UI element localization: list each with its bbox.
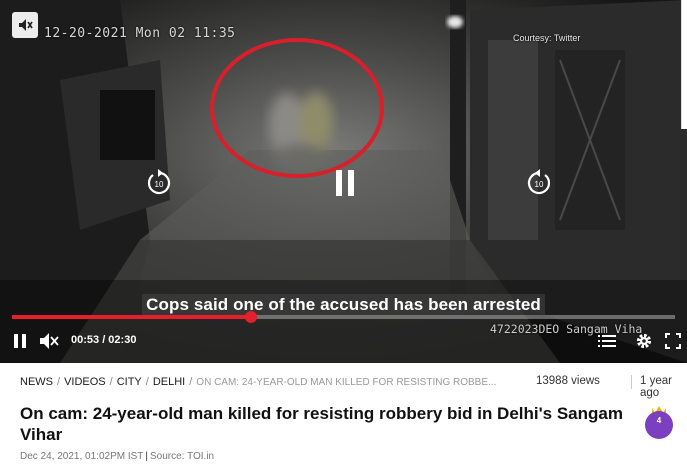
video-meta: NEWS / VIDEOS / CITY / DELHI / ON CAM: 24-YEAR-O… [20,374,680,399]
breadcrumb-separator: / [189,376,193,388]
volume-muted-icon[interactable] [38,331,60,351]
breadcrumb: NEWS / VIDEOS / CITY / DELHI / ON CAM: 24-YEAR-O… [20,376,496,388]
breadcrumb-separator: / [145,376,149,388]
breadcrumb-city[interactable]: CITY [117,376,142,388]
pause-icon[interactable] [330,166,360,200]
divider [631,375,632,389]
breadcrumb-separator: / [109,376,113,388]
mute-icon[interactable] [12,12,38,38]
breadcrumb-separator: / [57,376,61,388]
progress-fill [12,315,251,319]
publish-date: Dec 24, 2021, 01:02PM IST [20,451,144,462]
dateline: Dec 24, 2021, 01:02PM IST | Source: TOI.in [20,451,214,462]
progress-handle[interactable] [244,311,257,323]
forward-10-icon[interactable]: 10 [524,168,554,198]
video-headline: On cam: 24-year-old man killed for resis… [20,404,623,444]
courtesy-label: Courtesy: Twitter [513,33,581,43]
settings-gear-icon[interactable] [634,331,654,351]
player-controls: 00:53 / 02:30 [0,328,687,354]
cctv-timestamp: 12-20-2021 Mon 02 11:35 [44,26,236,41]
playlist-icon[interactable] [597,332,617,350]
points-badge[interactable]: 4 [641,403,677,439]
rewind-seconds: 10 [155,180,164,189]
view-count: 13988 views [536,375,600,387]
badge-count: 4 [656,416,662,425]
progress-bar[interactable] [12,311,675,323]
dateline-separator: | [145,451,149,462]
fullscreen-icon[interactable] [664,332,682,350]
subtitle-text: Cops said one of the accused has been ar… [142,294,545,315]
rewind-10-icon[interactable]: 10 [144,168,174,198]
time-display: 00:53 / 02:30 [71,334,137,346]
video-subtitle: Cops said one of the accused has been ar… [0,294,687,315]
published-age: 1 year ago [640,375,672,399]
pause-button-icon[interactable] [12,332,28,350]
breadcrumb-delhi[interactable]: DELHI [153,376,185,388]
side-panel-edge [681,0,687,129]
video-player[interactable]: 12-20-2021 Mon 02 11:35 Courtesy: Twitte… [0,0,687,363]
breadcrumb-news[interactable]: NEWS [20,376,53,388]
breadcrumb-videos[interactable]: VIDEOS [64,376,106,388]
breadcrumb-current: ON CAM: 24-YEAR-OLD MAN KILLED FOR RESIS… [196,377,497,388]
forward-seconds: 10 [535,180,544,189]
source-label: Source: TOI.in [150,451,215,462]
